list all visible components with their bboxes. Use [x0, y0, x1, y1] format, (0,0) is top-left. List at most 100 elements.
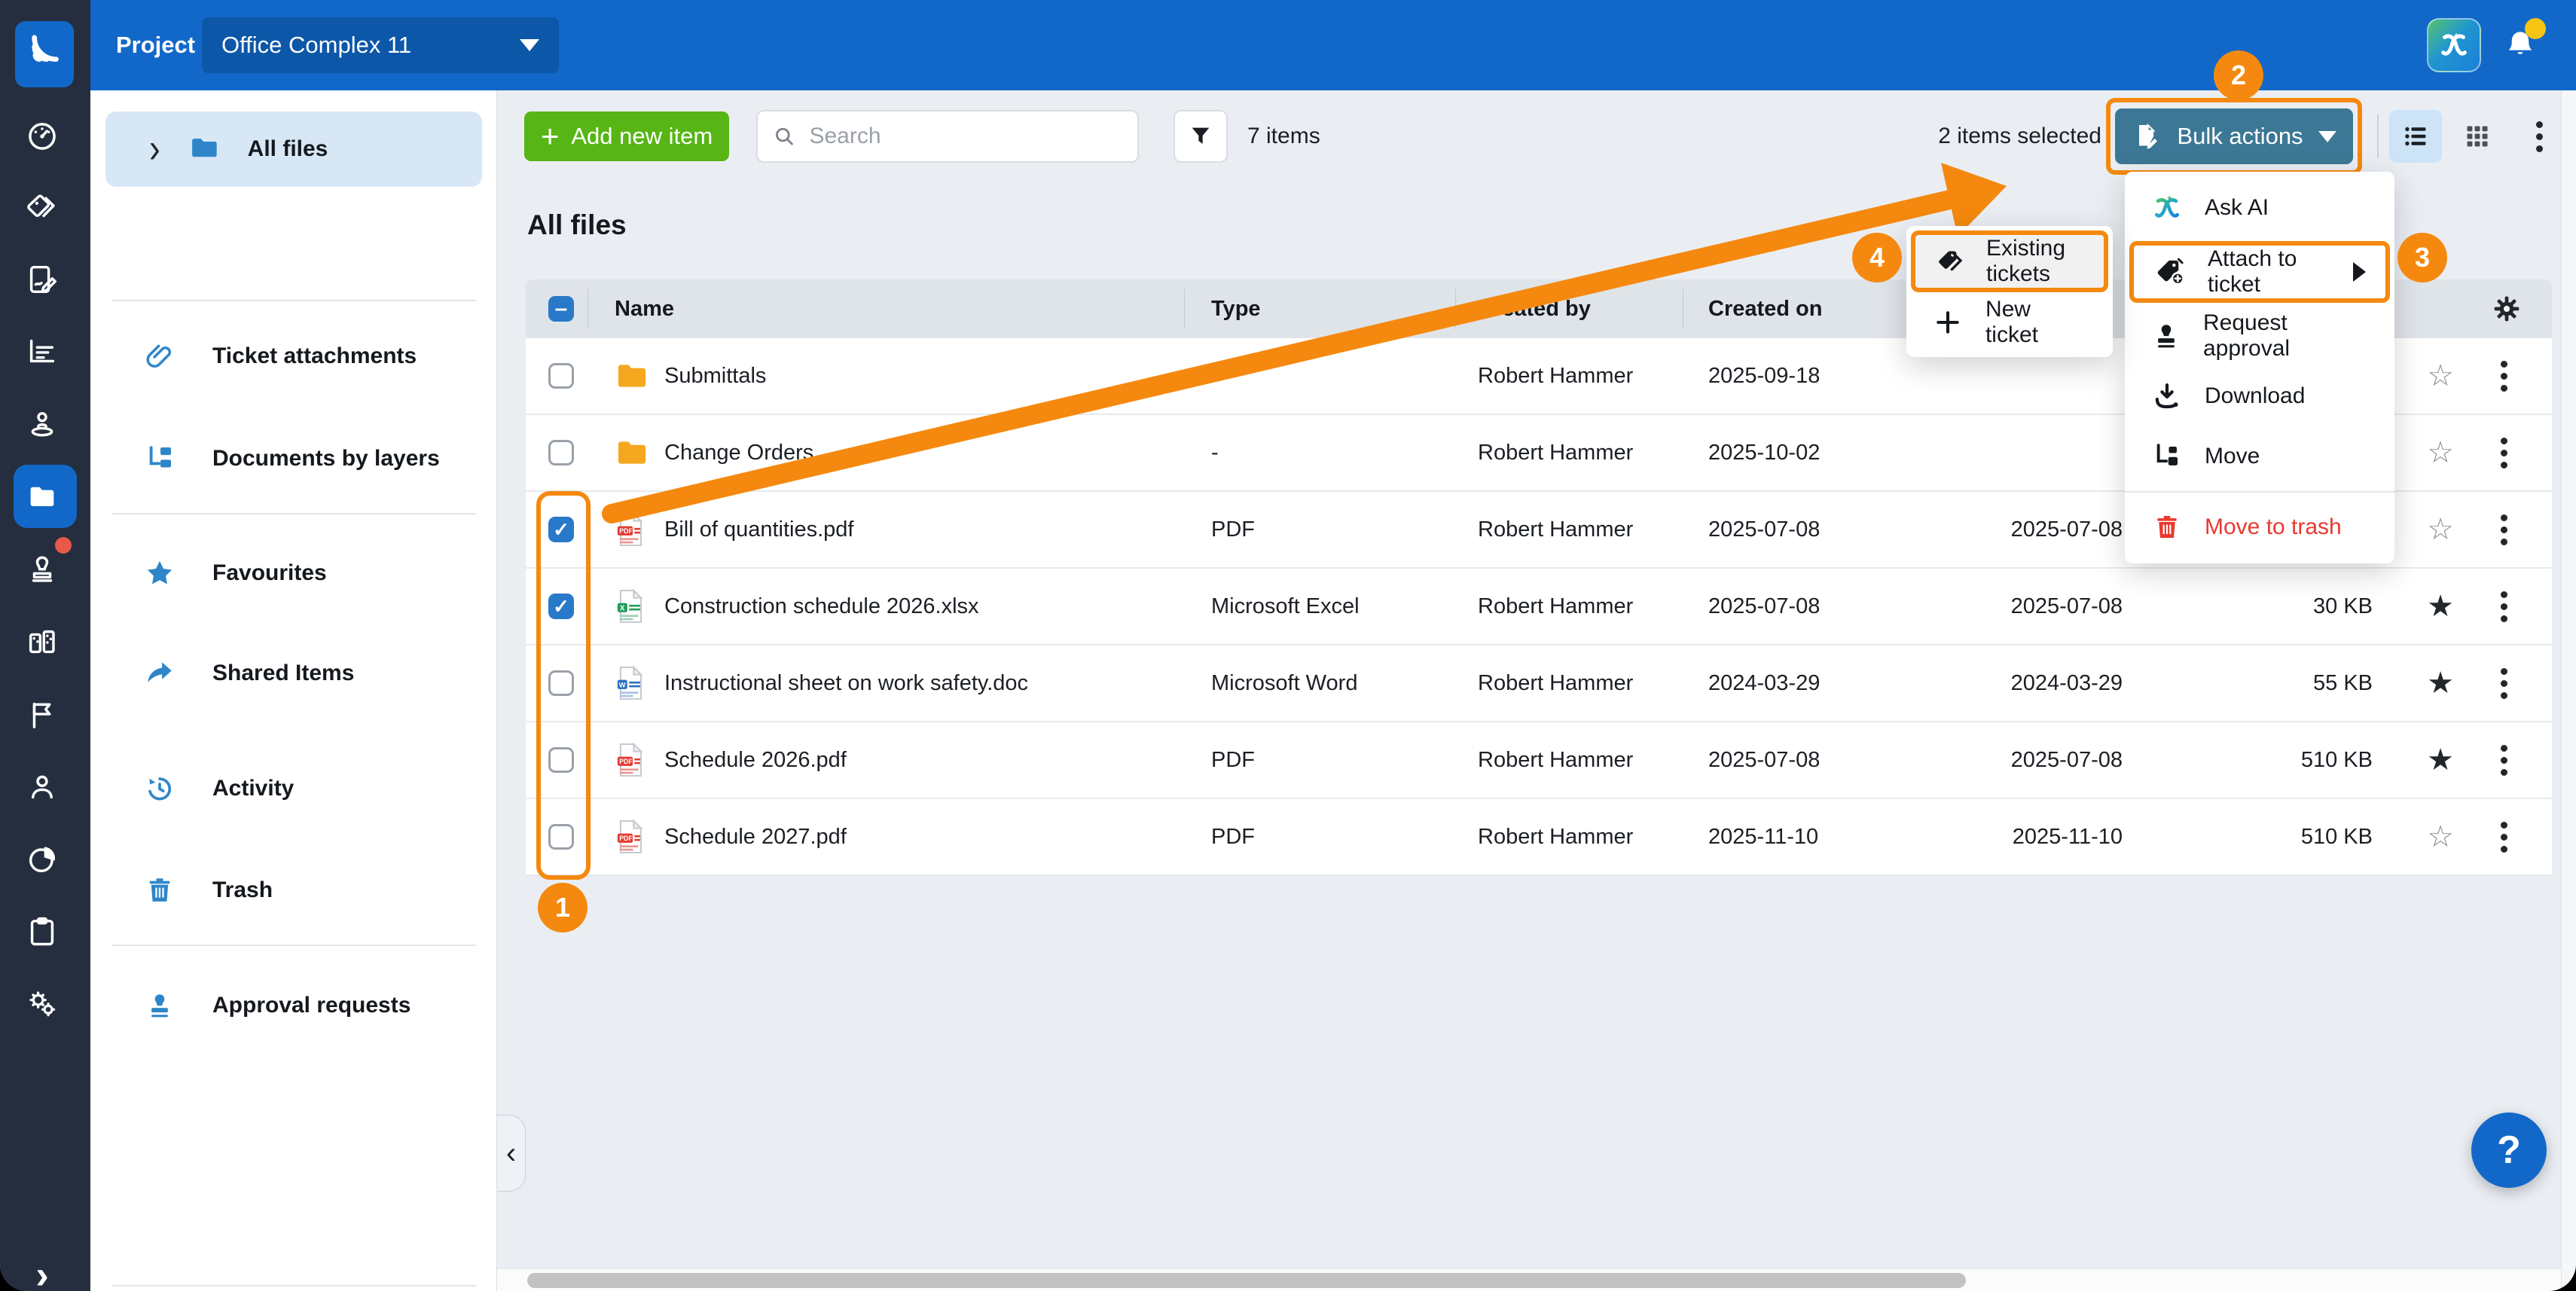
submenu-item-existing-tickets[interactable]: Existing tickets — [1911, 230, 2108, 292]
column-header-name[interactable]: Name — [615, 279, 674, 338]
row-menu-button[interactable] — [2501, 415, 2507, 490]
file-name[interactable]: Construction schedule 2026.xlsx — [664, 569, 979, 644]
rail-item-reports[interactable] — [0, 318, 84, 386]
modified-on — [2002, 415, 2123, 490]
pdf-file-icon: PDF — [615, 722, 646, 798]
table-settings-button[interactable] — [2492, 279, 2522, 338]
add-new-item-button[interactable]: + Add new item — [524, 111, 729, 161]
vertical-scrollbar[interactable] — [2561, 90, 2576, 1291]
more-options-button[interactable] — [2520, 110, 2558, 163]
row-menu-button[interactable] — [2501, 492, 2507, 567]
rail-item-people[interactable] — [0, 753, 84, 821]
flag-icon — [25, 697, 60, 732]
rail-item-analytics[interactable] — [0, 826, 84, 893]
sidebar-item-shared-items[interactable]: Shared Items — [105, 639, 482, 707]
row-menu-button[interactable] — [2501, 799, 2507, 874]
menu-item-request-approval[interactable]: Request approval — [2125, 306, 2394, 366]
row-menu-button[interactable] — [2501, 722, 2507, 798]
search-box[interactable] — [756, 110, 1139, 163]
submenu-item-new-ticket[interactable]: New ticket — [1906, 292, 2113, 353]
row-menu-button[interactable] — [2501, 569, 2507, 644]
row-checkbox[interactable] — [548, 440, 574, 465]
table-row[interactable]: W Instructional sheet on work safety.doc… — [526, 646, 2552, 722]
filter-button[interactable] — [1174, 110, 1228, 163]
menu-item-move[interactable]: Move — [2125, 426, 2394, 487]
row-checkbox[interactable] — [548, 517, 574, 542]
favourite-star-toggle[interactable] — [2424, 589, 2457, 624]
menu-item-download[interactable]: Download — [2125, 366, 2394, 426]
sidebar-collapse-handle[interactable]: ‹ — [497, 1115, 526, 1192]
favourite-star-toggle[interactable] — [2424, 512, 2457, 547]
sidebar-item-ticket-attachments[interactable]: Ticket attachments — [105, 322, 482, 390]
horizontal-scrollbar[interactable] — [497, 1268, 2561, 1291]
sidebar-item-trash[interactable]: Trash — [105, 856, 482, 924]
grid-view-button[interactable] — [2451, 110, 2504, 163]
favourite-star-toggle[interactable] — [2424, 743, 2457, 777]
row-menu-button[interactable] — [2501, 338, 2507, 414]
file-name[interactable]: Instructional sheet on work safety.doc — [664, 646, 1028, 721]
rail-item-specifications[interactable] — [0, 609, 84, 676]
menu-item-ask-ai[interactable]: Ask AI — [2125, 178, 2394, 238]
row-checkbox[interactable] — [548, 363, 574, 389]
column-header-created-by[interactable]: Created by — [1478, 279, 1591, 338]
clipboard-icon — [25, 914, 60, 949]
horizontal-scrollbar-thumb[interactable] — [527, 1273, 1966, 1288]
caret-down-icon — [520, 39, 539, 51]
pie-chart-icon — [25, 842, 60, 877]
rail-item-forms[interactable] — [0, 246, 84, 313]
row-checkbox[interactable] — [548, 824, 574, 850]
file-name[interactable]: Change Orders — [664, 415, 813, 490]
select-all-checkbox[interactable] — [548, 296, 574, 322]
file-name[interactable]: Bill of quantities.pdf — [664, 492, 853, 567]
sidebar-item-documents-by-layers[interactable]: Documents by layers — [105, 425, 482, 493]
table-row[interactable]: PDF Schedule 2026.pdf PDF Robert Hammer … — [526, 722, 2552, 799]
favourite-star-toggle[interactable] — [2424, 666, 2457, 700]
sidebar-item-approval-requests[interactable]: Approval requests — [105, 972, 482, 1039]
app-logo[interactable] — [15, 21, 74, 87]
ask-ai-topbar-button[interactable] — [2427, 18, 2481, 72]
rail-item-tags[interactable] — [0, 175, 84, 243]
row-checkbox[interactable] — [548, 670, 574, 696]
help-button[interactable]: ? — [2471, 1112, 2547, 1188]
menu-divider — [2125, 491, 2394, 493]
row-checkbox[interactable] — [548, 747, 574, 773]
bulk-actions-button[interactable]: Bulk actions — [2115, 108, 2353, 164]
sidebar-item-settings[interactable]: Settings — [105, 1284, 482, 1291]
table-row[interactable]: PDF Schedule 2027.pdf PDF Robert Hammer … — [526, 799, 2552, 876]
rail-item-dashboard[interactable] — [0, 102, 84, 170]
rail-item-admin-settings[interactable] — [0, 970, 84, 1038]
favourite-star-toggle[interactable] — [2424, 359, 2457, 393]
project-selector[interactable]: Office Complex 11 — [202, 17, 559, 73]
row-menu-button[interactable] — [2501, 646, 2507, 721]
sidebar-item-activity[interactable]: Activity — [105, 755, 482, 823]
rail-item-punch-list[interactable] — [0, 681, 84, 749]
sidebar-item-favourites[interactable]: Favourites — [105, 539, 482, 607]
notifications-button[interactable] — [2493, 18, 2547, 72]
created-by: Robert Hammer — [1478, 569, 1633, 644]
file-name[interactable]: Submittals — [664, 338, 766, 414]
download-icon — [2150, 380, 2184, 412]
table-row[interactable]: X Construction schedule 2026.xlsx Micros… — [526, 569, 2552, 646]
list-view-button[interactable] — [2389, 110, 2442, 163]
rail-item-approvals[interactable] — [0, 535, 84, 603]
favourite-star-toggle[interactable] — [2424, 435, 2457, 470]
menu-item-attach-to-ticket[interactable]: Attach to ticket — [2129, 241, 2390, 303]
rail-item-site-team[interactable] — [0, 390, 84, 458]
row-checkbox[interactable] — [548, 594, 574, 619]
step-badge-3: 3 — [2397, 233, 2447, 282]
search-input[interactable] — [809, 124, 1122, 149]
trash-icon — [2150, 512, 2184, 542]
favourite-star-toggle[interactable] — [2424, 819, 2457, 854]
folder-file-icon — [615, 338, 649, 414]
rail-expand-chevron[interactable]: › — [0, 1241, 84, 1291]
expand-chevron-icon[interactable]: › — [149, 126, 160, 173]
sidebar-item-all-files[interactable]: › All files — [105, 111, 482, 187]
rail-item-tasks[interactable] — [0, 898, 84, 966]
file-name[interactable]: Schedule 2026.pdf — [664, 722, 847, 798]
search-icon — [773, 124, 795, 149]
column-header-type[interactable]: Type — [1211, 279, 1261, 338]
file-name[interactable]: Schedule 2027.pdf — [664, 799, 847, 874]
rail-item-files[interactable] — [0, 462, 84, 530]
menu-item-move-to-trash[interactable]: Move to trash — [2125, 497, 2394, 557]
column-header-created-on[interactable]: Created on — [1708, 279, 1822, 338]
